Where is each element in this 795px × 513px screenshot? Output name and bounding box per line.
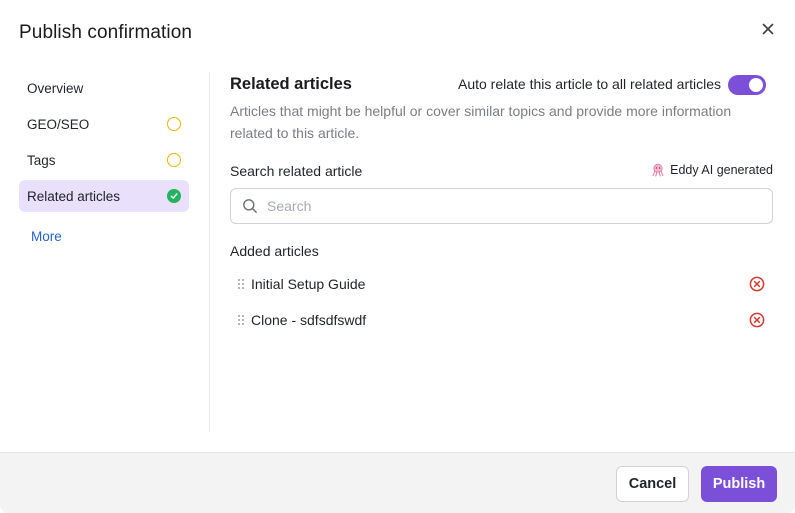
- auto-relate-toggle[interactable]: [728, 75, 766, 95]
- nav-item-label: Tags: [27, 152, 56, 168]
- nav-item-tags[interactable]: Tags: [19, 144, 189, 176]
- article-name: Clone - sdfsdfswdf: [251, 312, 367, 328]
- check-circle-icon: [167, 189, 181, 203]
- search-label: Search related article: [230, 163, 363, 179]
- nav-item-label: GEO/SEO: [27, 116, 90, 132]
- nav-item-related-articles[interactable]: Related articles: [19, 180, 189, 212]
- list-item: Initial Setup Guide: [230, 270, 773, 298]
- nav-item-label: Overview: [27, 80, 84, 96]
- close-icon: [762, 23, 774, 35]
- search-field[interactable]: [230, 188, 773, 224]
- search-input[interactable]: [267, 198, 747, 214]
- search-icon: [243, 199, 257, 213]
- cancel-button[interactable]: Cancel: [616, 466, 689, 502]
- drag-handle-icon[interactable]: [234, 314, 248, 326]
- octopus-icon: [652, 163, 664, 177]
- pending-circle-icon: [167, 153, 181, 167]
- added-articles-label: Added articles: [230, 243, 319, 259]
- dialog-footer: Cancel Publish: [0, 452, 795, 513]
- sidebar-nav: Overview GEO/SEO Tags Related articles: [19, 72, 189, 216]
- drag-handle-icon[interactable]: [234, 278, 248, 290]
- publish-confirmation-dialog: Publish confirmation Overview GEO/SEO Ta…: [0, 0, 795, 513]
- vertical-divider: [209, 72, 210, 432]
- remove-circle-icon: [749, 276, 765, 292]
- close-button[interactable]: [758, 19, 778, 39]
- dialog-title: Publish confirmation: [19, 22, 193, 43]
- nav-item-geo-seo[interactable]: GEO/SEO: [19, 108, 189, 140]
- nav-item-label: Related articles: [27, 188, 121, 204]
- remove-article-button[interactable]: [749, 312, 765, 328]
- more-link[interactable]: More: [31, 229, 62, 244]
- publish-button[interactable]: Publish: [701, 466, 777, 502]
- auto-relate-label: Auto relate this article to all related …: [457, 76, 721, 92]
- toggle-knob: [749, 78, 763, 92]
- list-item: Clone - sdfsdfswdf: [230, 306, 773, 334]
- ai-generated-badge: Eddy AI generated: [651, 163, 773, 177]
- section-title: Related articles: [230, 75, 352, 93]
- article-name: Initial Setup Guide: [251, 276, 366, 292]
- pending-circle-icon: [167, 117, 181, 131]
- nav-item-overview[interactable]: Overview: [19, 72, 189, 104]
- ai-badge-label: Eddy AI generated: [670, 163, 773, 177]
- remove-circle-icon: [749, 312, 765, 328]
- remove-article-button[interactable]: [749, 276, 765, 292]
- section-description: Articles that might be helpful or cover …: [230, 103, 732, 141]
